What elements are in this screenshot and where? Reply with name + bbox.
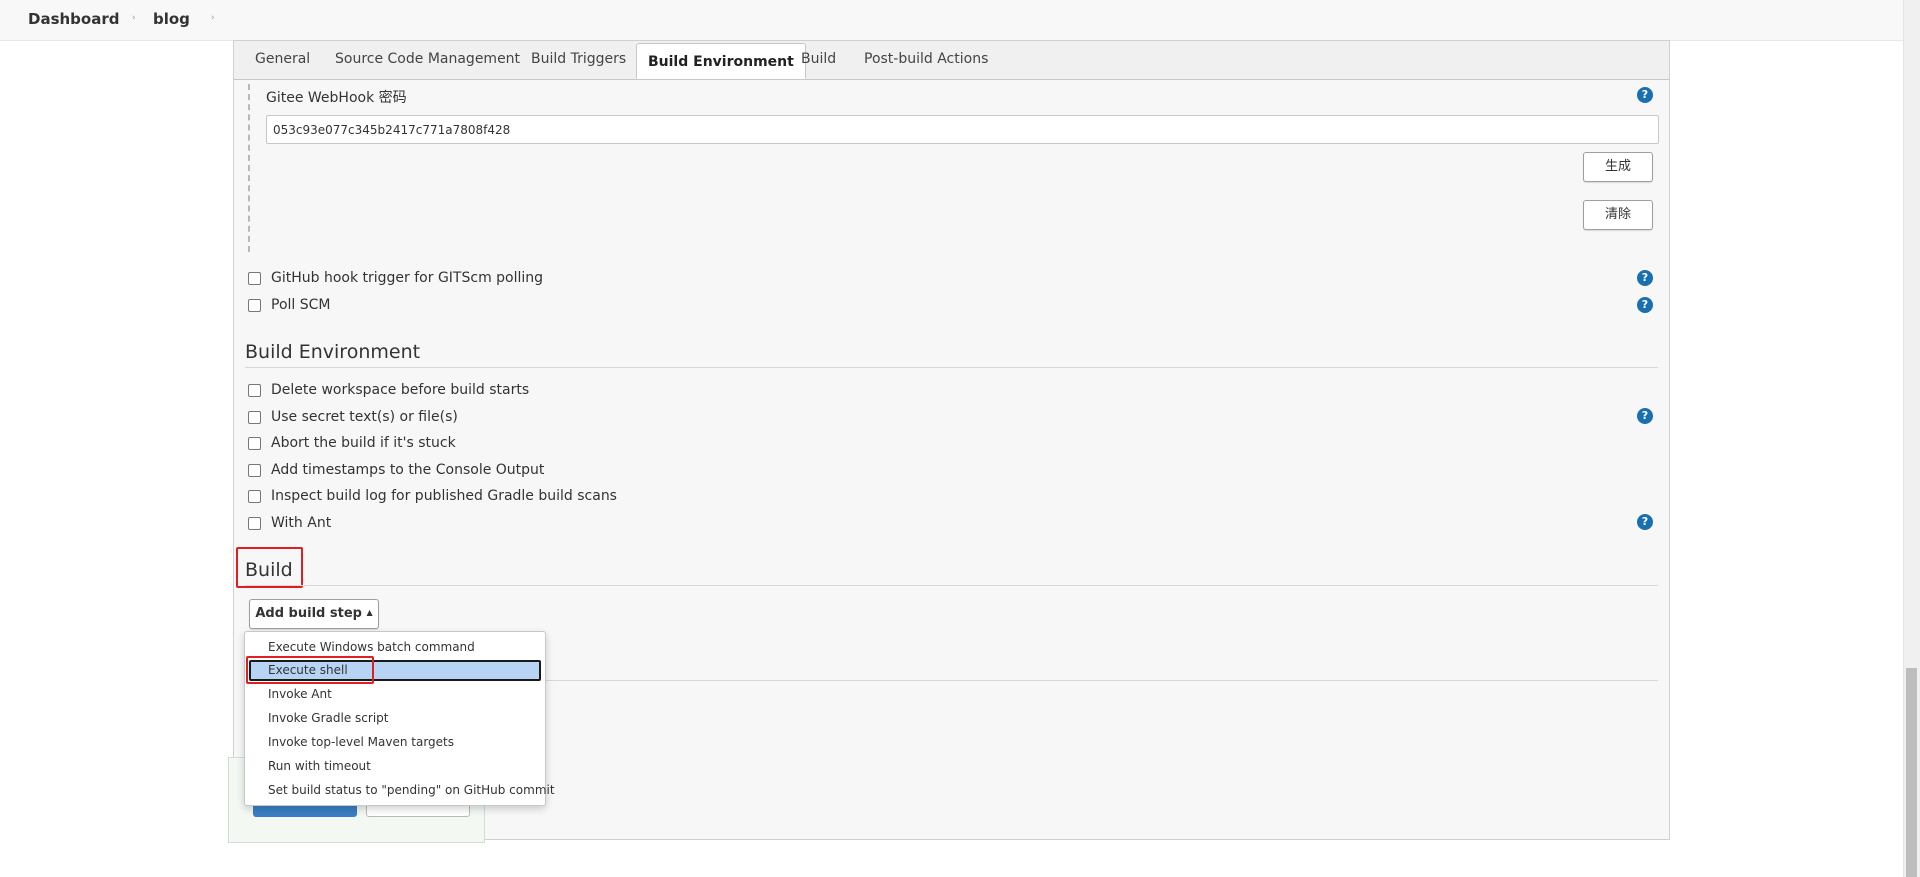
checkbox-label: Inspect build log for published Gradle b… (271, 488, 617, 504)
nested-section-indicator (248, 84, 250, 252)
webhook-password-label: Gitee WebHook 密码 (266, 90, 407, 106)
webhook-password-input[interactable] (266, 115, 1659, 144)
section-title-build-environment: Build Environment (245, 341, 421, 363)
checkbox-label: Add timestamps to the Console Output (271, 462, 545, 478)
scrollbar-thumb[interactable] (1906, 668, 1917, 877)
checkbox-label: Delete workspace before build starts (271, 382, 530, 398)
section-divider (245, 585, 1658, 586)
help-icon[interactable]: ? (1637, 270, 1653, 286)
menu-item-invoke-gradle[interactable]: Invoke Gradle script (249, 708, 541, 729)
checkbox-label: GitHub hook trigger for GITScm polling (271, 270, 544, 286)
breadcrumb-blog[interactable]: blog (153, 10, 190, 28)
checkbox[interactable] (248, 437, 261, 450)
highlight-box (246, 656, 374, 684)
section-divider (245, 367, 1658, 368)
breadcrumb-dashboard[interactable]: Dashboard (28, 10, 119, 28)
help-icon[interactable]: ? (1637, 87, 1653, 103)
generate-button[interactable]: 生成 (1583, 152, 1653, 182)
tab-build-environment[interactable]: Build Environment (636, 43, 806, 79)
help-icon[interactable]: ? (1637, 297, 1653, 313)
checkbox[interactable] (248, 517, 261, 530)
menu-item-run-with-timeout[interactable]: Run with timeout (249, 756, 541, 777)
add-build-step-button[interactable]: Add build step ▲ (249, 599, 379, 629)
checkbox[interactable] (248, 490, 261, 503)
menu-item-invoke-ant[interactable]: Invoke Ant (249, 684, 541, 705)
help-icon[interactable]: ? (1637, 514, 1653, 530)
help-icon[interactable]: ? (1637, 408, 1653, 424)
checkbox-label: Poll SCM (271, 297, 331, 313)
breadcrumb: Dashboard › blog › (0, 0, 1903, 41)
checkbox[interactable] (248, 464, 261, 477)
menu-item-set-build-status-pending[interactable]: Set build status to "pending" on GitHub … (249, 780, 555, 801)
tab-general[interactable]: General (255, 51, 310, 67)
checkbox[interactable] (248, 411, 261, 424)
checkbox[interactable] (248, 384, 261, 397)
menu-item-execute-windows-batch[interactable]: Execute Windows batch command (249, 637, 541, 658)
checkbox-label: Use secret text(s) or file(s) (271, 409, 458, 425)
checkbox[interactable] (248, 299, 261, 312)
add-build-step-label: Add build step (255, 606, 362, 621)
caret-up-icon: ▲ (366, 608, 373, 617)
menu-item-invoke-maven[interactable]: Invoke top-level Maven targets (249, 732, 541, 753)
tab-build[interactable]: Build (801, 51, 836, 67)
clear-button[interactable]: 清除 (1583, 200, 1653, 230)
checkbox[interactable] (248, 272, 261, 285)
config-tabs: General Source Code Management Build Tri… (234, 41, 1669, 80)
chevron-right-icon[interactable]: › (211, 13, 215, 23)
checkbox-label: Abort the build if it's stuck (271, 435, 456, 451)
highlight-box (236, 547, 303, 588)
chevron-right-icon[interactable]: › (132, 13, 136, 23)
checkbox-label: With Ant (271, 515, 332, 531)
tab-source-code-management[interactable]: Source Code Management (335, 51, 520, 67)
tab-post-build-actions[interactable]: Post-build Actions (864, 51, 988, 67)
tab-build-triggers[interactable]: Build Triggers (531, 51, 626, 67)
